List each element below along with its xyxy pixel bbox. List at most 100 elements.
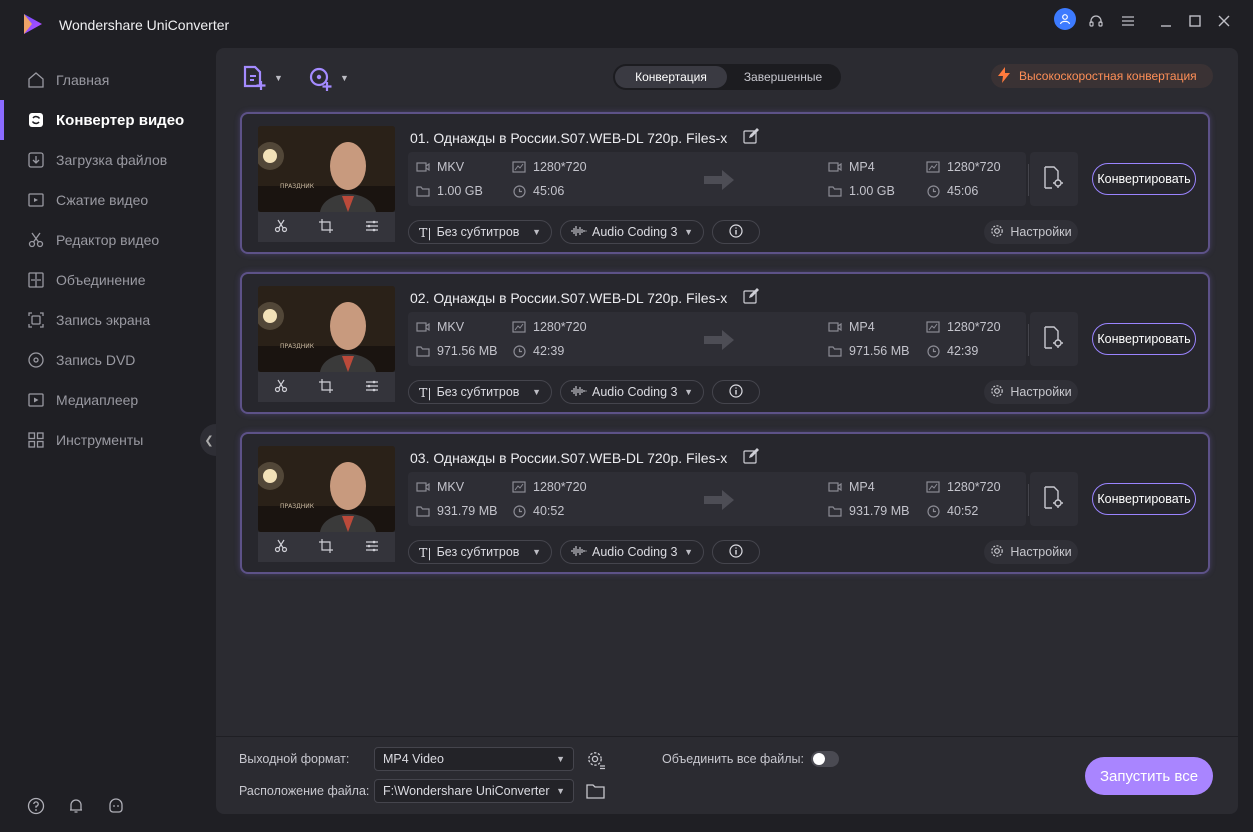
- audio-dropdown[interactable]: Audio Coding 3 ▼: [560, 380, 704, 404]
- crop-icon[interactable]: [319, 218, 334, 236]
- audio-value: Audio Coding 3: [592, 225, 678, 239]
- source-resolution-value: 1280*720: [533, 480, 587, 494]
- user-account-icon[interactable]: [1054, 8, 1076, 30]
- high-speed-conversion-toggle[interactable]: Высокоскоростная конвертация: [991, 64, 1213, 88]
- merge-all-toggle[interactable]: [811, 751, 839, 767]
- sidebar-item-compress[interactable]: Сжатие видео: [0, 180, 210, 220]
- subtitle-value: Без субтитров: [436, 225, 520, 239]
- audio-dropdown[interactable]: Audio Coding 3 ▼: [560, 220, 704, 244]
- maximize-icon[interactable]: [1184, 10, 1206, 32]
- sidebar-item-label: Редактор видео: [56, 232, 160, 248]
- source-size: 971.56 MB: [416, 344, 497, 358]
- menu-icon[interactable]: [1117, 10, 1139, 32]
- source-size-value: 1.00 GB: [437, 184, 483, 198]
- sidebar-item-video-converter[interactable]: Конвертер видео: [0, 100, 210, 140]
- subtitle-dropdown[interactable]: T| Без субтитров ▼: [408, 220, 552, 244]
- sidebar-item-media-player[interactable]: Медиаплеер: [0, 380, 210, 420]
- divider: [1028, 164, 1029, 196]
- sidebar-item-home[interactable]: Главная: [0, 60, 210, 100]
- tab-finished[interactable]: Завершенные: [727, 66, 839, 88]
- video-thumbnail[interactable]: ПРАЗДНИК: [258, 126, 395, 212]
- output-format-select[interactable]: MP4 Video ▼: [374, 747, 574, 771]
- source-resolution-value: 1280*720: [533, 320, 587, 334]
- chevron-left-icon: ❮: [204, 434, 214, 447]
- target-duration: 45:06: [926, 184, 978, 198]
- edit-pencil-icon[interactable]: [743, 128, 760, 147]
- settings-button[interactable]: Настройки: [984, 380, 1078, 404]
- source-duration-value: 40:52: [533, 504, 565, 518]
- info-button[interactable]: [712, 380, 760, 404]
- subtitle-dropdown[interactable]: T| Без субтитров ▼: [408, 540, 552, 564]
- file-card: ПРАЗДНИК 03. Однажды в России.S07.WEB-DL…: [240, 432, 1210, 574]
- output-settings-button[interactable]: [1030, 472, 1078, 526]
- effects-list-icon[interactable]: [365, 379, 379, 396]
- open-folder-icon[interactable]: [586, 782, 606, 803]
- trim-scissors-icon[interactable]: [274, 379, 288, 396]
- settings-gear-icon: [990, 384, 1004, 401]
- target-duration: 42:39: [926, 344, 978, 358]
- convert-button[interactable]: Конвертировать: [1092, 483, 1196, 515]
- sidebar-item-merge[interactable]: Объединение: [0, 260, 210, 300]
- output-settings-button[interactable]: [1030, 152, 1078, 206]
- clock-icon: [512, 184, 526, 198]
- trim-scissors-icon[interactable]: [274, 219, 288, 236]
- edit-pencil-icon[interactable]: [743, 448, 760, 467]
- add-from-device-button[interactable]: ▼: [308, 64, 349, 92]
- subtitle-dropdown[interactable]: T| Без субтитров ▼: [408, 380, 552, 404]
- close-icon[interactable]: [1213, 10, 1235, 32]
- convert-arrow-icon: [704, 488, 736, 515]
- thumbnail-tools: [258, 532, 395, 562]
- settings-label: Настройки: [1010, 545, 1072, 559]
- start-all-button[interactable]: Запустить все: [1085, 757, 1213, 795]
- subtitle-icon: T|: [419, 544, 432, 560]
- settings-button[interactable]: Настройки: [984, 540, 1078, 564]
- settings-button[interactable]: Настройки: [984, 220, 1078, 244]
- crop-icon[interactable]: [319, 538, 334, 556]
- edit-pencil-icon[interactable]: [743, 288, 760, 307]
- load-dvd-icon: [309, 67, 332, 91]
- help-icon[interactable]: [26, 796, 46, 816]
- chevron-down-icon: ▼: [532, 227, 541, 237]
- info-button[interactable]: [712, 540, 760, 564]
- minimize-icon[interactable]: [1155, 10, 1177, 32]
- source-resolution-value: 1280*720: [533, 160, 587, 174]
- format-settings-icon[interactable]: [586, 750, 606, 773]
- notification-bell-icon[interactable]: [66, 796, 86, 816]
- file-location-select[interactable]: F:\Wondershare UniConverter ▼: [374, 779, 574, 803]
- clock-icon: [926, 184, 940, 198]
- video-thumbnail[interactable]: ПРАЗДНИК: [258, 286, 395, 372]
- audio-wave-icon: [571, 545, 587, 560]
- media-player-icon: [26, 390, 46, 410]
- add-files-button[interactable]: ▼: [242, 64, 283, 92]
- resolution-icon: [512, 480, 526, 494]
- sidebar-bottom-icons: [26, 796, 126, 816]
- output-settings-button[interactable]: [1030, 312, 1078, 366]
- source-size-value: 971.56 MB: [437, 344, 498, 358]
- add-file-icon: [243, 65, 266, 90]
- convert-button[interactable]: Конвертировать: [1092, 163, 1196, 195]
- video-icon: [416, 480, 430, 494]
- crop-icon[interactable]: [319, 378, 334, 396]
- sidebar-item-tools[interactable]: Инструменты: [0, 420, 210, 460]
- source-size-value: 931.79 MB: [437, 504, 498, 518]
- sidebar-item-dvd[interactable]: Запись DVD: [0, 340, 210, 380]
- target-resolution: 1280*720: [926, 320, 1001, 334]
- sidebar-item-label: Объединение: [56, 272, 146, 288]
- support-headset-icon[interactable]: [1085, 10, 1107, 32]
- effects-list-icon[interactable]: [365, 219, 379, 236]
- sidebar-item-download[interactable]: Загрузка файлов: [0, 140, 210, 180]
- sidebar-item-editor[interactable]: Редактор видео: [0, 220, 210, 260]
- info-button[interactable]: [712, 220, 760, 244]
- sidebar-item-screen-record[interactable]: Запись экрана: [0, 300, 210, 340]
- audio-dropdown[interactable]: Audio Coding 3 ▼: [560, 540, 704, 564]
- tab-converting[interactable]: Конвертация: [615, 66, 727, 88]
- feedback-icon[interactable]: [106, 796, 126, 816]
- effects-list-icon[interactable]: [365, 539, 379, 556]
- subtitle-icon: T|: [419, 224, 432, 240]
- convert-button[interactable]: Конвертировать: [1092, 323, 1196, 355]
- trim-scissors-icon[interactable]: [274, 539, 288, 556]
- target-format: MP4: [828, 480, 875, 494]
- video-thumbnail[interactable]: ПРАЗДНИК: [258, 446, 395, 532]
- video-icon: [416, 160, 430, 174]
- divider: [1028, 484, 1029, 516]
